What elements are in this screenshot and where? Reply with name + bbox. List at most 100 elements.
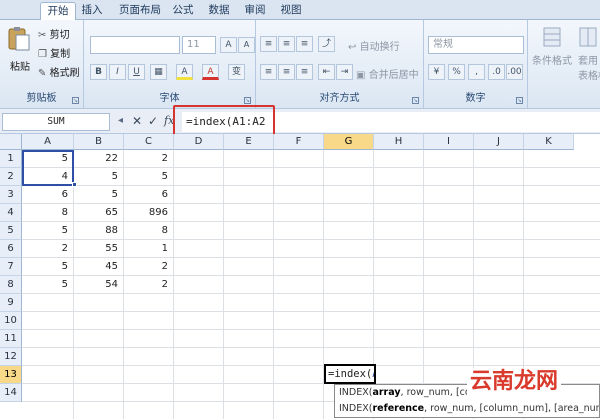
copy-button[interactable]: ❐ 复制: [38, 45, 70, 61]
underline-button[interactable]: U: [128, 64, 145, 80]
column-header-c[interactable]: C: [124, 134, 174, 150]
italic-button[interactable]: I: [109, 64, 126, 80]
row-header-5[interactable]: 5: [0, 222, 22, 240]
row-header-7[interactable]: 7: [0, 258, 22, 276]
column-header-f[interactable]: F: [274, 134, 324, 150]
column-header-g[interactable]: G: [324, 134, 374, 150]
bold-button[interactable]: B: [90, 64, 107, 80]
cell-b1[interactable]: 22: [74, 150, 124, 168]
column-header-d[interactable]: D: [174, 134, 224, 150]
row-header-14[interactable]: 14: [0, 384, 22, 402]
tab-review[interactable]: 审阅: [243, 2, 267, 20]
number-format-dropdown[interactable]: 常规: [428, 36, 524, 54]
active-cell-editor[interactable]: =index(A1:A2: [324, 364, 376, 384]
cell-b2[interactable]: 5: [74, 168, 124, 186]
increase-decimal-button[interactable]: .0: [488, 64, 505, 80]
cell-a3[interactable]: 6: [22, 186, 74, 204]
align-left-button[interactable]: ≡: [260, 64, 277, 80]
row-header-8[interactable]: 8: [0, 276, 22, 294]
decrease-decimal-button[interactable]: .00: [506, 64, 523, 80]
row-header-11[interactable]: 11: [0, 330, 22, 348]
row-header-13[interactable]: 13: [0, 366, 22, 384]
row-header-1[interactable]: 1: [0, 150, 22, 168]
align-center-button[interactable]: ≡: [278, 64, 295, 80]
font-name-dropdown[interactable]: [90, 36, 180, 54]
tab-insert[interactable]: 插入: [80, 2, 104, 20]
cancel-button[interactable]: ✕: [132, 114, 142, 128]
cell-b3[interactable]: 5: [74, 186, 124, 204]
phonetic-button[interactable]: 变: [228, 64, 245, 80]
cell-b7[interactable]: 45: [74, 258, 124, 276]
cut-button[interactable]: ✂ 剪切: [38, 26, 70, 42]
shrink-font-button[interactable]: A: [238, 37, 255, 53]
cell-b8[interactable]: 54: [74, 276, 124, 294]
font-expander[interactable]: ↘: [244, 97, 251, 104]
align-right-button[interactable]: ≡: [296, 64, 313, 80]
cell-b6[interactable]: 55: [74, 240, 124, 258]
percent-button[interactable]: %: [448, 64, 465, 80]
column-header-a[interactable]: A: [22, 134, 74, 150]
clipboard-expander[interactable]: ↘: [72, 97, 79, 104]
align-bottom-button[interactable]: ≡: [296, 36, 313, 52]
enter-button[interactable]: ✓: [148, 114, 158, 128]
column-header-i[interactable]: I: [424, 134, 474, 150]
cell-c4[interactable]: 896: [124, 204, 174, 222]
format-table-button[interactable]: 套用 表格格: [578, 26, 600, 82]
row-header-4[interactable]: 4: [0, 204, 22, 222]
name-box[interactable]: SUM: [2, 113, 110, 131]
conditional-format-button[interactable]: 条件格式: [532, 26, 572, 67]
tab-data[interactable]: 数据: [207, 2, 231, 20]
cell-c2[interactable]: 5: [124, 168, 174, 186]
currency-button[interactable]: ¥: [428, 64, 445, 80]
comma-button[interactable]: ,: [468, 64, 485, 80]
row-header-6[interactable]: 6: [0, 240, 22, 258]
column-header-e[interactable]: E: [224, 134, 274, 150]
alignment-expander[interactable]: ↘: [412, 97, 419, 104]
select-all-corner[interactable]: [0, 134, 22, 150]
cell-c8[interactable]: 2: [124, 276, 174, 294]
increase-indent-button[interactable]: ⇥: [336, 64, 353, 80]
align-middle-button[interactable]: ≡: [278, 36, 295, 52]
grow-font-button[interactable]: A: [220, 37, 237, 53]
cell-a5[interactable]: 5: [22, 222, 74, 240]
column-header-h[interactable]: H: [374, 134, 424, 150]
fill-color-button[interactable]: A: [176, 64, 193, 80]
cell-c6[interactable]: 1: [124, 240, 174, 258]
wrap-text-button[interactable]: ↩ 自动换行: [348, 38, 400, 54]
tab-home[interactable]: 开始: [40, 2, 76, 21]
column-header-k[interactable]: K: [524, 134, 574, 150]
number-expander[interactable]: ↘: [516, 97, 523, 104]
border-button[interactable]: ▦: [150, 64, 167, 80]
decrease-indent-button[interactable]: ⇤: [318, 64, 335, 80]
cell-c7[interactable]: 2: [124, 258, 174, 276]
cell-c1[interactable]: 2: [124, 150, 174, 168]
row-header-3[interactable]: 3: [0, 186, 22, 204]
cell-b4[interactable]: 65: [74, 204, 124, 222]
cell-a6[interactable]: 2: [22, 240, 74, 258]
orientation-button[interactable]: ⤴: [318, 36, 335, 52]
cell-a4[interactable]: 8: [22, 204, 74, 222]
font-color-button[interactable]: A: [202, 64, 219, 80]
column-header-b[interactable]: B: [74, 134, 124, 150]
cell-a8[interactable]: 5: [22, 276, 74, 294]
row-header-10[interactable]: 10: [0, 312, 22, 330]
cell-a7[interactable]: 5: [22, 258, 74, 276]
row-header-9[interactable]: 9: [0, 294, 22, 312]
tooltip-line-reference[interactable]: INDEX(reference, row_num, [column_num], …: [339, 401, 599, 417]
tab-page-layout[interactable]: 页面布局: [116, 2, 164, 20]
row-header-2[interactable]: 2: [0, 168, 22, 186]
name-box-dropdown-icon[interactable]: ◂: [118, 114, 123, 128]
cell-c3[interactable]: 6: [124, 186, 174, 204]
cell-b5[interactable]: 88: [74, 222, 124, 240]
align-top-button[interactable]: ≡: [260, 36, 277, 52]
fill-handle[interactable]: [72, 182, 77, 187]
tab-view[interactable]: 视图: [279, 2, 303, 20]
column-header-j[interactable]: J: [474, 134, 524, 150]
paste-button[interactable]: 粘贴: [6, 26, 34, 73]
tab-formulas[interactable]: 公式: [171, 2, 195, 20]
font-size-dropdown[interactable]: 11: [182, 36, 216, 54]
row-header-12[interactable]: 12: [0, 348, 22, 366]
cell-c5[interactable]: 8: [124, 222, 174, 240]
merge-center-button[interactable]: ▣ 合并后居中: [356, 66, 419, 82]
format-painter-button[interactable]: ✎ 格式刷: [38, 64, 80, 80]
